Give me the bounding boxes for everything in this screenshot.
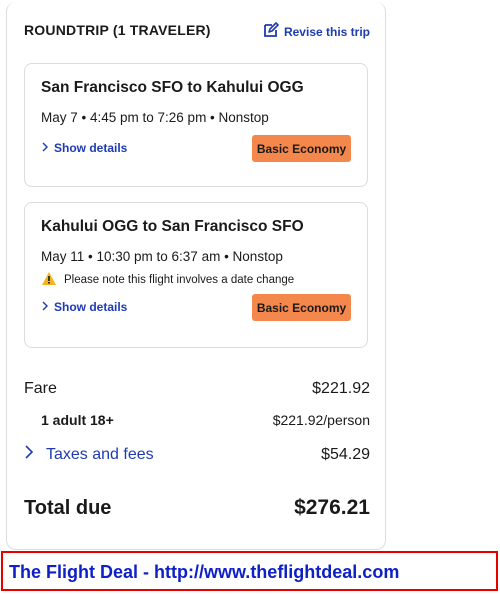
taxes-amount: $54.29 — [321, 445, 370, 463]
fare-amount: $221.92 — [312, 380, 370, 397]
date-change-warning: Please note this flight involves a date … — [41, 271, 294, 289]
trip-title: ROUNDTRIP (1 TRAVELER) — [24, 22, 211, 38]
revise-trip-link[interactable]: Revise this trip — [263, 22, 370, 41]
chevron-right-icon — [24, 444, 34, 465]
warning-text: Please note this flight involves a date … — [64, 274, 295, 286]
flight-route: San Francisco SFO to Kahului OGG — [41, 79, 304, 96]
taxes-toggle[interactable]: Taxes and fees — [24, 444, 154, 465]
fare-class-badge: Basic Economy — [252, 294, 351, 321]
total-row: Total due $276.21 — [24, 496, 370, 520]
flight-times: May 7 • 4:45 pm to 7:26 pm • Nonstop — [41, 110, 269, 125]
warning-icon — [41, 271, 57, 289]
revise-trip-label: Revise this trip — [283, 24, 370, 39]
flight-route: Kahului OGG to San Francisco SFO — [41, 218, 304, 235]
total-amount: $276.21 — [294, 496, 370, 519]
chevron-right-icon — [41, 141, 49, 155]
show-details-label: Show details — [54, 300, 128, 314]
watermark-banner: The Flight Deal - http://www.theflightde… — [1, 551, 498, 591]
taxes-label: Taxes and fees — [46, 445, 154, 463]
chevron-right-icon — [41, 300, 49, 314]
total-label: Total due — [24, 496, 112, 519]
fare-label: Fare — [24, 380, 57, 397]
fare-class-badge: Basic Economy — [252, 135, 351, 162]
traveler-amount: $221.92/person — [272, 412, 370, 428]
traveler-label: 1 adult 18+ — [41, 412, 114, 428]
traveler-row: 1 adult 18+ $221.92/person — [24, 412, 370, 428]
outbound-flight-card: San Francisco SFO to Kahului OGG May 7 •… — [24, 63, 368, 187]
watermark-text: The Flight Deal - http://www.theflightde… — [9, 562, 400, 582]
taxes-row: Taxes and fees $54.29 — [24, 444, 370, 465]
show-details-button[interactable]: Show details — [41, 300, 127, 314]
show-details-label: Show details — [54, 141, 128, 155]
trip-summary-card: ROUNDTRIP (1 TRAVELER) Revise this trip … — [6, 2, 386, 550]
fare-row: Fare $221.92 — [24, 380, 370, 398]
show-details-button[interactable]: Show details — [41, 141, 127, 155]
trip-header: ROUNDTRIP (1 TRAVELER) Revise this trip — [24, 22, 370, 42]
flight-times: May 11 • 10:30 pm to 6:37 am • Nonstop — [41, 249, 283, 264]
return-flight-card: Kahului OGG to San Francisco SFO May 11 … — [24, 202, 368, 348]
edit-icon — [263, 22, 279, 41]
